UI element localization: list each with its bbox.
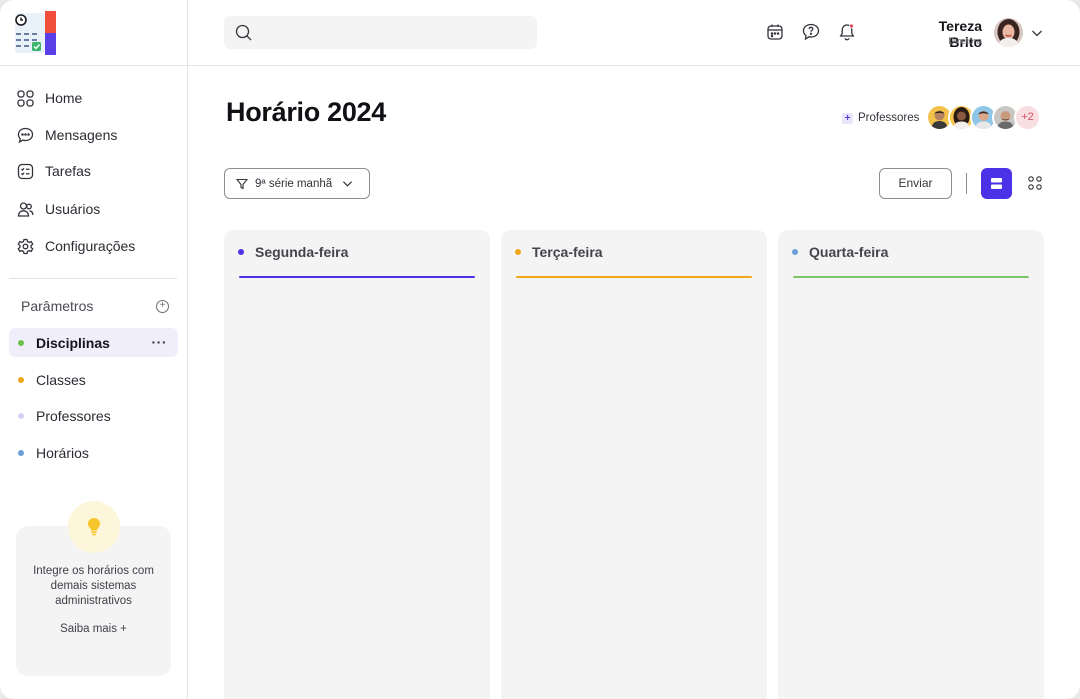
day-label: Terça-feira xyxy=(532,244,603,260)
send-button[interactable]: Enviar xyxy=(879,168,952,199)
class-filter-dropdown[interactable]: 9ª série manhã xyxy=(224,168,370,199)
status-dot xyxy=(18,376,24,383)
day-label: Quarta-feira xyxy=(809,244,889,260)
day-dot xyxy=(792,249,798,255)
chevron-down-icon xyxy=(343,181,353,187)
checklist-icon xyxy=(16,162,34,180)
promo-text: Integre os horários com demais sistemas … xyxy=(33,565,154,607)
nav-label: Tarefas xyxy=(45,163,91,179)
column-underline xyxy=(793,276,1029,278)
nav-item-tarefas[interactable]: Tarefas xyxy=(16,157,91,185)
param-item-disciplinas[interactable]: Disciplinas ··· xyxy=(9,328,178,357)
column-underline xyxy=(516,276,752,278)
nav-label: Mensagens xyxy=(45,127,118,143)
search-icon xyxy=(235,24,252,41)
param-label: Disciplinas xyxy=(36,334,110,351)
param-label: Professores xyxy=(36,407,111,424)
day-column-segunda: Segunda-feira xyxy=(224,230,490,699)
grid-view-icon[interactable] xyxy=(1027,175,1043,191)
users-icon xyxy=(16,200,34,218)
user-role: Diretora xyxy=(948,36,982,47)
day-dot xyxy=(515,249,521,255)
column-underline xyxy=(239,276,475,278)
filter-icon xyxy=(236,178,248,189)
professors-label: Professores xyxy=(858,112,920,124)
logo-area xyxy=(0,0,188,66)
nav-item-home[interactable]: Home xyxy=(16,84,82,112)
calendar-icon[interactable] xyxy=(766,23,784,41)
grid-icon xyxy=(16,89,34,107)
status-dot xyxy=(18,449,24,456)
toolbar-divider xyxy=(966,173,967,194)
sidebar: Home Mensagens Tarefas Usuários Configur… xyxy=(0,0,188,699)
day-column-terca: Terça-feira xyxy=(501,230,767,699)
add-param-button[interactable]: + xyxy=(156,300,169,313)
app-logo[interactable] xyxy=(13,11,57,55)
nav-label: Home xyxy=(45,90,83,106)
user-avatar[interactable] xyxy=(994,18,1023,47)
list-view-icon xyxy=(991,178,1002,189)
status-dot xyxy=(18,339,24,346)
page-title: Horário 2024 xyxy=(226,97,386,127)
status-dot xyxy=(18,412,24,419)
nav-item-configuracoes[interactable]: Configurações xyxy=(16,232,135,260)
search-box[interactable] xyxy=(224,16,537,49)
param-item-classes[interactable]: Classes xyxy=(9,365,178,394)
column-header: Terça-feira xyxy=(515,244,603,260)
params-title: Parâmetros xyxy=(21,298,94,314)
add-professors-button[interactable]: + Professores xyxy=(842,110,919,126)
chat-icon xyxy=(16,126,34,144)
day-column-quarta: Quarta-feira xyxy=(778,230,1044,699)
help-icon[interactable] xyxy=(802,23,820,41)
sidebar-divider xyxy=(9,278,177,279)
app-window: Home Mensagens Tarefas Usuários Configur… xyxy=(0,0,1080,699)
top-bar: Tereza Brito Diretora xyxy=(188,0,1080,66)
param-item-horarios[interactable]: Horários xyxy=(9,438,178,467)
nav-label: Configurações xyxy=(45,238,136,254)
plus-icon: + xyxy=(842,112,853,124)
day-dot xyxy=(238,249,244,255)
chevron-down-icon[interactable] xyxy=(1031,27,1043,39)
more-professors-badge[interactable]: +2 xyxy=(1014,104,1041,131)
gear-icon xyxy=(16,237,34,255)
lightbulb-icon xyxy=(88,518,100,536)
filter-label: 9ª série manhã xyxy=(255,177,333,190)
nav-label: Usuários xyxy=(45,201,101,217)
notification-bell-icon[interactable] xyxy=(838,23,856,41)
search-input[interactable] xyxy=(260,22,520,42)
nav-item-usuarios[interactable]: Usuários xyxy=(16,195,100,223)
param-label: Classes xyxy=(36,371,86,388)
param-item-professores[interactable]: Professores xyxy=(9,401,178,430)
list-view-toggle[interactable] xyxy=(981,168,1012,199)
learn-more-link[interactable]: Saiba mais + xyxy=(16,623,171,635)
column-header: Quarta-feira xyxy=(792,244,888,260)
more-options-icon[interactable]: ··· xyxy=(152,334,168,350)
day-label: Segunda-feira xyxy=(255,244,349,260)
nav-item-mensagens[interactable]: Mensagens xyxy=(16,121,117,149)
param-label: Horários xyxy=(36,444,89,461)
column-header: Segunda-feira xyxy=(238,244,348,260)
